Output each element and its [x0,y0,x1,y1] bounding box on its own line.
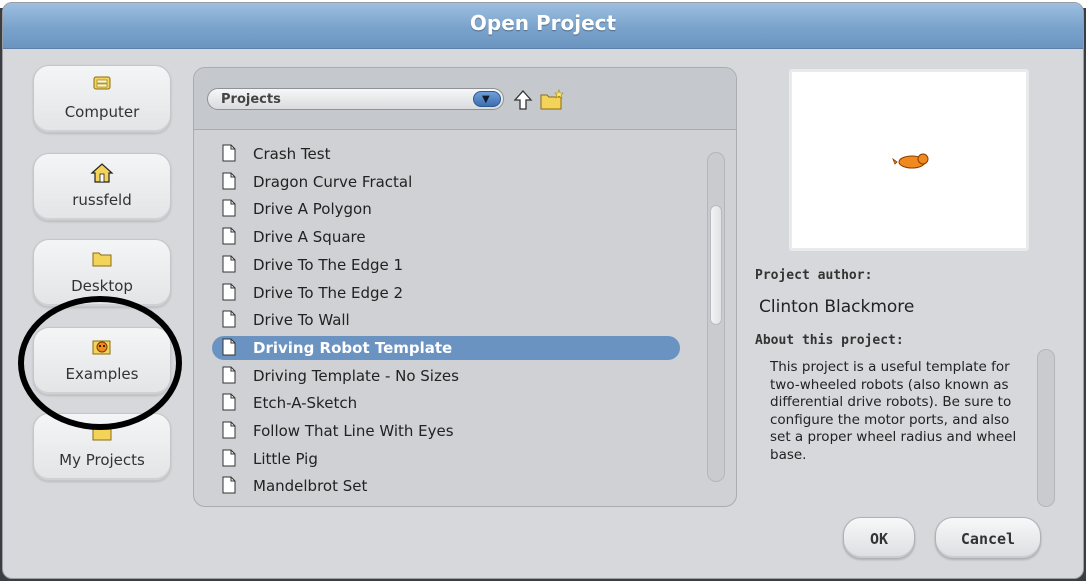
document-icon [222,366,236,384]
file-name: Etch-A-Sketch [253,394,358,413]
file-item[interactable]: Dragon Curve Fractal [212,170,680,194]
scrollbar-thumb[interactable] [710,205,722,325]
open-project-dialog: Open Project Computer russfeld Desktop E… [2,2,1084,579]
browser-toolbar: Projects ▼ [194,68,736,130]
ok-button-label: OK [869,530,889,548]
project-thumbnail [789,69,1029,251]
place-computer[interactable]: Computer [33,65,171,133]
document-icon [222,199,236,217]
file-item[interactable]: Drive To The Edge 2 [212,281,680,305]
computer-icon [34,74,170,94]
file-name: Drive A Polygon [253,200,372,219]
dialog-title: Open Project [469,11,617,35]
place-label: Desktop [71,277,133,295]
about-scrollbar[interactable] [1037,349,1055,507]
document-icon [222,476,236,494]
new-folder-button[interactable] [539,88,565,112]
document-icon [222,144,236,162]
about-label: About this project: [755,333,904,348]
cancel-button[interactable]: Cancel [935,517,1041,559]
file-name: Drive A Square [253,228,366,247]
document-icon [222,393,236,411]
file-list-scrollbar[interactable] [707,152,725,482]
author-name: Clinton Blackmore [759,297,915,317]
file-item[interactable]: Follow That Line With Eyes [212,419,680,443]
file-name: Crash Test [253,145,331,163]
about-text: This project is a useful template for tw… [770,359,1017,463]
file-item[interactable]: Mandelbrot Set [212,474,680,498]
file-name: Drive To Wall [253,311,350,330]
document-icon [222,227,236,245]
document-icon [222,449,236,467]
folder-icon [34,422,170,442]
scratch-cat-icon [34,336,170,356]
place-label: russfeld [72,191,132,209]
place-label: My Projects [59,451,145,469]
document-icon [222,172,236,190]
file-item[interactable]: Drive To The Edge 1 [212,253,680,277]
author-label: Project author: [755,268,873,283]
place-label: Computer [64,103,140,121]
title-bar: Open Project [3,3,1083,49]
place-home[interactable]: russfeld [33,153,171,221]
document-icon [222,421,236,439]
file-name: Little Pig [253,449,318,468]
file-name: Driving Robot Template [253,338,453,357]
file-item[interactable]: Driving Robot Template [212,335,680,360]
current-folder: Projects [221,92,281,107]
dropdown-arrow-icon[interactable]: ▼ [473,91,501,107]
folder-icon [34,248,170,268]
folder-select[interactable]: Projects ▼ [207,88,504,110]
place-label: Examples [65,365,139,383]
file-name: Follow That Line With Eyes [253,422,454,440]
place-my-projects[interactable]: My Projects [33,413,171,481]
file-item[interactable]: Etch-A-Sketch [212,391,680,415]
document-icon [222,283,236,301]
file-item[interactable]: Crash Test [212,142,680,166]
place-desktop[interactable]: Desktop [33,239,171,307]
file-item[interactable]: Drive To Wall [212,308,680,332]
file-name: Dragon Curve Fractal [253,172,413,191]
document-icon [222,310,236,328]
file-browser: Projects ▼ Crash Test Dragon Curve Fracta… [193,67,737,507]
file-item[interactable]: Driving Template - No Sizes [212,364,680,388]
cancel-button-label: Cancel [960,530,1016,548]
document-icon [222,255,236,273]
file-name: Drive To The Edge 2 [253,283,404,302]
file-name: Drive To The Edge 1 [253,255,404,274]
place-examples[interactable]: Examples [33,327,171,395]
document-icon [222,338,236,356]
parent-folder-button[interactable] [512,88,534,112]
file-item[interactable]: Drive A Polygon [212,197,680,221]
sprite-icon [892,153,929,169]
up-arrow-icon [513,90,533,110]
file-item[interactable]: Little Pig [212,447,680,471]
ok-button[interactable]: OK [843,517,915,559]
file-name: Mandelbrot Set [253,477,368,496]
about-box: This project is a useful template for tw… [755,349,1060,509]
new-folder-icon [540,89,564,110]
file-name: Driving Template - No Sizes [253,366,459,385]
file-item[interactable]: Drive A Square [212,225,680,249]
home-icon [34,162,170,183]
